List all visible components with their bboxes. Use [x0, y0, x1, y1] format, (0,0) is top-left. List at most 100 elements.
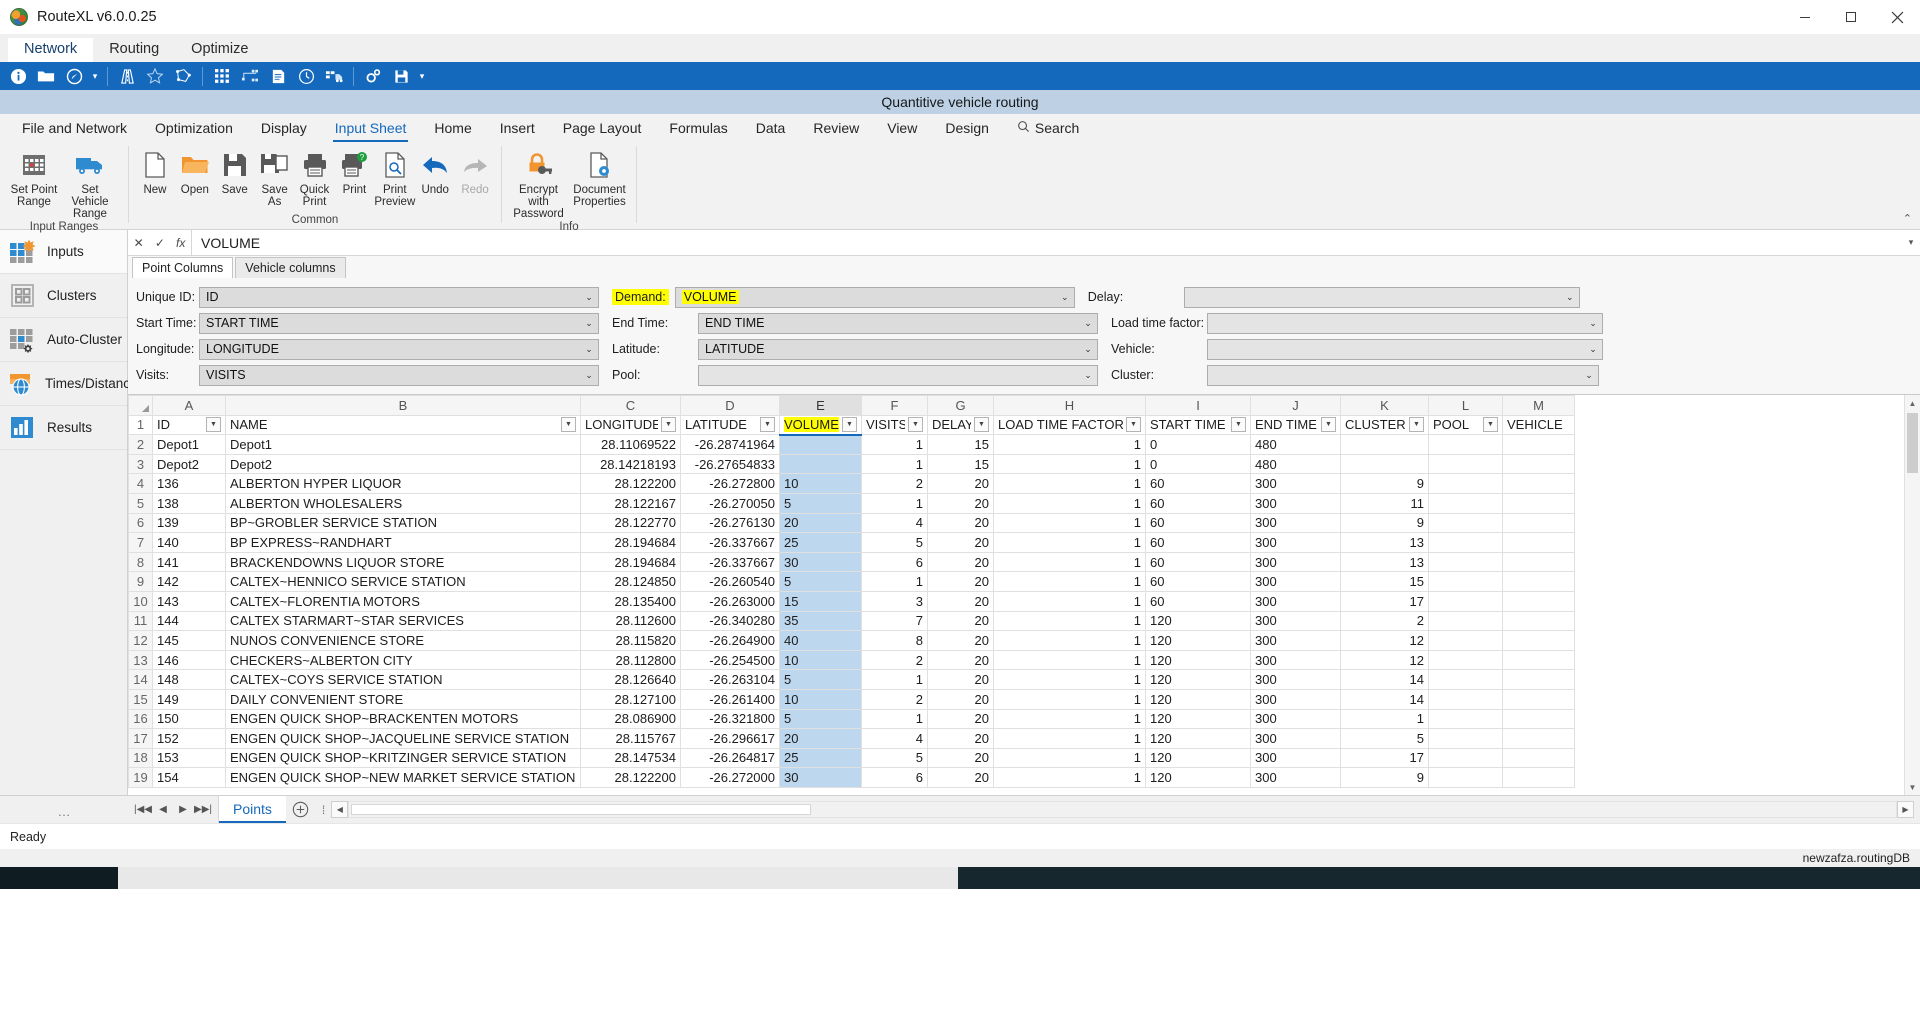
cell-r7-cG[interactable]: 20 — [927, 532, 994, 553]
vehicle-select[interactable]: ⌄ — [1207, 338, 1603, 360]
sheet-tab-points[interactable]: Points — [219, 796, 286, 823]
demand-select[interactable]: VOLUME ⌄ — [674, 286, 1075, 308]
row-header-16[interactable]: 16 — [128, 708, 153, 730]
cell-r10-cK[interactable]: 17 — [1340, 590, 1429, 612]
report-icon[interactable] — [265, 64, 291, 88]
ribbon-search[interactable]: Search — [1003, 117, 1093, 139]
cell-r8-cM[interactable] — [1502, 551, 1575, 573]
cell-r14-cJ[interactable]: 300 — [1250, 669, 1341, 690]
table-row[interactable]: 9 142 CALTEX~HENNICO SERVICE STATION 28.124… — [128, 571, 1575, 592]
filter-icon-delay[interactable]: ▼ — [974, 417, 989, 433]
cell-r11-cM[interactable] — [1502, 610, 1575, 632]
cell-r13-cI[interactable]: 120 — [1145, 649, 1251, 671]
filter-icon-latitude[interactable]: ▼ — [760, 417, 775, 433]
cell-r19-cJ[interactable]: 300 — [1250, 767, 1341, 788]
cell-r6-cB[interactable]: BP~GROBLER SERVICE STATION — [225, 512, 581, 534]
cell-r15-cH[interactable]: 1 — [993, 688, 1146, 710]
end-time-select[interactable]: END TIME ⌄ — [698, 312, 1098, 334]
cell-r18-cF[interactable]: 5 — [861, 747, 928, 769]
caret-down-icon[interactable]: ▾ — [88, 71, 102, 82]
settings-gears-icon[interactable] — [360, 64, 386, 88]
cell-r8-cG[interactable]: 20 — [927, 551, 994, 573]
cell-r15-cK[interactable]: 14 — [1340, 688, 1429, 710]
cell-r10-cD[interactable]: -26.263000 — [680, 590, 780, 612]
info-icon[interactable] — [5, 64, 31, 88]
cell-r10-cG[interactable]: 20 — [927, 590, 994, 612]
cell-r13-cM[interactable] — [1502, 649, 1575, 671]
cell-r18-cG[interactable]: 20 — [927, 747, 994, 769]
cell-r9-cF[interactable]: 1 — [861, 571, 928, 592]
cell-r3-cC[interactable]: 28.14218193 — [580, 453, 681, 475]
cell-r8-cF[interactable]: 6 — [861, 551, 928, 573]
cell-r15-cF[interactable]: 2 — [861, 688, 928, 710]
table-row[interactable]: 10 143 CALTEX~FLORENTIA MOTORS 28.135400 -26… — [128, 590, 1575, 612]
cell-r17-cK[interactable]: 5 — [1340, 728, 1429, 749]
sidebar-item-inputs[interactable]: Inputs — [0, 230, 127, 274]
cell-r16-cD[interactable]: -26.321800 — [680, 708, 780, 730]
cell-r18-cD[interactable]: -26.264817 — [680, 747, 780, 769]
cell-r9-cA[interactable]: 142 — [152, 571, 226, 592]
filter-icon-name[interactable]: ▼ — [561, 417, 576, 433]
cell-r2-cF[interactable]: 1 — [861, 434, 928, 455]
header-cell-start-time[interactable]: START TIME ▼ — [1145, 414, 1251, 436]
folder-icon[interactable] — [33, 64, 59, 88]
cell-r9-cK[interactable]: 15 — [1340, 571, 1429, 592]
sidebar-item-times-distances[interactable]: Times/Distances — [0, 362, 144, 406]
document-properties-button[interactable]: Document Properties — [569, 146, 630, 208]
cell-r10-cH[interactable]: 1 — [993, 590, 1146, 612]
tab-insert[interactable]: Insert — [486, 117, 549, 139]
cell-r14-cE[interactable]: 5 — [779, 669, 862, 690]
column-header-i[interactable]: I — [1145, 395, 1251, 416]
cell-r3-cE[interactable] — [779, 453, 862, 475]
cell-r11-cJ[interactable]: 300 — [1250, 610, 1341, 632]
cell-r5-cB[interactable]: ALBERTON WHOLESALERS — [225, 492, 581, 514]
cell-r18-cE[interactable]: 25 — [779, 747, 862, 769]
cell-r11-cH[interactable]: 1 — [993, 610, 1146, 632]
cell-r14-cI[interactable]: 120 — [1145, 669, 1251, 690]
cell-r15-cJ[interactable]: 300 — [1250, 688, 1341, 710]
cell-r3-cH[interactable]: 1 — [993, 453, 1146, 475]
cell-r18-cH[interactable]: 1 — [993, 747, 1146, 769]
cell-r16-cB[interactable]: ENGEN QUICK SHOP~BRACKENTEN MOTORS — [225, 708, 581, 730]
row-header-7[interactable]: 7 — [128, 532, 153, 553]
table-row[interactable]: 18 153 ENGEN QUICK SHOP~KRITZINGER SERVICE… — [128, 747, 1575, 769]
cell-r9-cH[interactable]: 1 — [993, 571, 1146, 592]
cell-r11-cK[interactable]: 2 — [1340, 610, 1429, 632]
cell-r7-cB[interactable]: BP EXPRESS~RANDHART — [225, 532, 581, 553]
cell-r15-cD[interactable]: -26.261400 — [680, 688, 780, 710]
cell-r3-cK[interactable] — [1340, 453, 1429, 475]
header-cell-pool[interactable]: POOL ▼ — [1428, 414, 1503, 436]
cell-r13-cL[interactable] — [1428, 649, 1503, 671]
taskbar-window-area[interactable] — [118, 867, 958, 889]
cell-r4-cB[interactable]: ALBERTON HYPER LIQUOR — [225, 473, 581, 494]
column-header-g[interactable]: G — [927, 395, 994, 416]
cell-r10-cF[interactable]: 3 — [861, 590, 928, 612]
cell-r16-cE[interactable]: 5 — [779, 708, 862, 730]
cell-r9-cC[interactable]: 28.124850 — [580, 571, 681, 592]
cell-r8-cD[interactable]: -26.337667 — [680, 551, 780, 573]
road-icon[interactable] — [114, 64, 140, 88]
cell-r16-cK[interactable]: 1 — [1340, 708, 1429, 730]
cell-r2-cH[interactable]: 1 — [993, 434, 1146, 455]
cell-r4-cL[interactable] — [1428, 473, 1503, 494]
app-menu-optimize[interactable]: Optimize — [175, 38, 264, 62]
row-header-1[interactable]: 1 — [128, 414, 153, 436]
filter-icon-visits[interactable]: ▼ — [908, 417, 923, 433]
column-header-d[interactable]: D — [680, 395, 780, 416]
cell-r17-cJ[interactable]: 300 — [1250, 728, 1341, 749]
tab-vehicle-columns[interactable]: Vehicle columns — [235, 257, 346, 278]
table-row[interactable]: 5 138 ALBERTON WHOLESALERS 28.122167 -26.270… — [128, 492, 1575, 514]
cell-r10-cA[interactable]: 143 — [152, 590, 226, 612]
cell-r3-cG[interactable]: 15 — [927, 453, 994, 475]
cell-r6-cM[interactable] — [1502, 512, 1575, 534]
cell-r5-cF[interactable]: 1 — [861, 492, 928, 514]
tab-optimization[interactable]: Optimization — [141, 117, 247, 139]
header-cell-visits[interactable]: VISITS ▼ — [861, 414, 928, 436]
cell-r5-cJ[interactable]: 300 — [1250, 492, 1341, 514]
header-cell-longitude[interactable]: LONGITUDE ▼ — [580, 414, 681, 436]
cell-r19-cM[interactable] — [1502, 767, 1575, 788]
tab-page-layout[interactable]: Page Layout — [549, 117, 656, 139]
cell-r3-cJ[interactable]: 480 — [1250, 453, 1341, 475]
cell-r12-cB[interactable]: NUNOS CONVENIENCE STORE — [225, 630, 581, 651]
cell-r2-cM[interactable] — [1502, 434, 1575, 455]
